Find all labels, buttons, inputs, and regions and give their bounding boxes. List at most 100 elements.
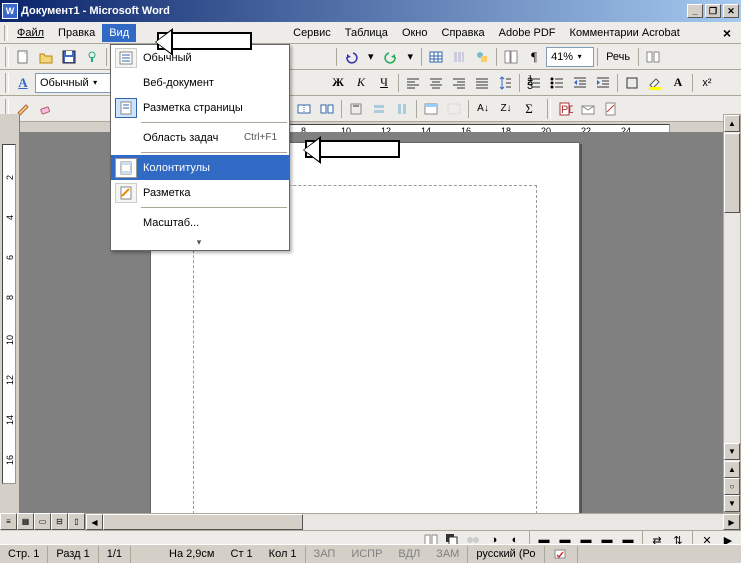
autosum-button[interactable]: Σ (518, 98, 540, 120)
scroll-right-button[interactable]: ▶ (723, 514, 740, 530)
view-headers-item[interactable]: Колонтитулы (111, 155, 289, 180)
underline-button[interactable]: Ч (373, 72, 395, 94)
status-ovr[interactable]: ЗАМ (428, 546, 468, 563)
pdf-review-button[interactable] (600, 98, 622, 120)
dec-indent-button[interactable] (569, 72, 591, 94)
pdf-email-button[interactable] (577, 98, 599, 120)
fontcolor-button[interactable]: A (667, 72, 689, 94)
merge-cells-button[interactable] (293, 98, 315, 120)
status-col: Кол 1 (261, 546, 306, 563)
menu-view[interactable]: Вид (102, 24, 136, 42)
prev-page-button[interactable]: ▲ (724, 461, 740, 478)
menu-adobe[interactable]: Adobe PDF (492, 24, 563, 42)
scroll-left-button[interactable]: ◀ (86, 514, 103, 530)
highlight-button[interactable] (644, 72, 666, 94)
autoformat-button[interactable] (420, 98, 442, 120)
redo-button[interactable] (380, 46, 402, 68)
align-right-button[interactable] (448, 72, 470, 94)
align-top-button[interactable] (345, 98, 367, 120)
menu-table[interactable]: Таблица (338, 24, 395, 42)
bold-button[interactable]: Ж (327, 72, 349, 94)
outline-view-button[interactable]: ⊟ (51, 513, 68, 530)
hide-grid-button[interactable] (443, 98, 465, 120)
menu-help[interactable]: Справка (435, 24, 492, 42)
doc-close-button[interactable]: × (717, 25, 737, 41)
expand-menu-button[interactable]: ▾ (111, 235, 289, 250)
vertical-scrollbar[interactable]: ▲ ▼ ▲ ○ ▼ (723, 114, 741, 513)
status-fix[interactable]: ИСПР (343, 546, 390, 563)
docmap-button[interactable] (500, 46, 522, 68)
scroll-up-button[interactable]: ▲ (724, 115, 740, 132)
columns-button[interactable] (448, 46, 470, 68)
menu-service[interactable]: Сервис (286, 24, 338, 42)
scroll-down-button[interactable]: ▼ (724, 443, 740, 460)
vertical-ruler[interactable]: 2 4 6 8 10 12 14 16 (0, 114, 20, 513)
inc-indent-button[interactable] (592, 72, 614, 94)
table-button[interactable] (425, 46, 447, 68)
save-button[interactable] (58, 46, 80, 68)
justify-button[interactable] (471, 72, 493, 94)
status-ext[interactable]: ВДЛ (390, 546, 428, 563)
next-page-button[interactable]: ▼ (724, 495, 740, 512)
read-button[interactable] (642, 46, 664, 68)
redo-dropdown[interactable]: ▾ (403, 46, 419, 68)
split-cells-button[interactable] (316, 98, 338, 120)
print-view-button[interactable]: ▭ (34, 513, 51, 530)
close-button[interactable]: ✕ (723, 4, 739, 18)
annotation-arrow-headers (305, 140, 400, 158)
bullets-button[interactable] (546, 72, 568, 94)
reading-view-button[interactable]: ▯ (68, 513, 85, 530)
web-view-button[interactable]: ▦ (17, 513, 34, 530)
status-rec[interactable]: ЗАП (306, 546, 344, 563)
status-pages: 1/1 (99, 546, 131, 563)
view-web-item[interactable]: Веб-документ (111, 70, 289, 95)
menu-bar: Файл Правка Вид Сервис Таблица Окно Спра… (0, 22, 741, 44)
minimize-button[interactable]: _ (687, 4, 703, 18)
normal-view-button[interactable]: ≡ (0, 513, 17, 530)
grip (4, 25, 8, 41)
app-icon: W (2, 3, 18, 19)
menu-acrobat[interactable]: Комментарии Acrobat (563, 24, 687, 42)
status-spellcheck[interactable] (545, 546, 578, 563)
superscript-button[interactable]: x² (696, 72, 718, 94)
menu-edit[interactable]: Правка (51, 24, 102, 42)
horizontal-scrollbar[interactable]: ◀ ▶ (85, 513, 741, 531)
numbering-button[interactable]: 123 (523, 72, 545, 94)
distribute-rows-button[interactable] (368, 98, 390, 120)
status-section: Разд 1 (48, 546, 98, 563)
undo-dropdown[interactable]: ▾ (363, 46, 379, 68)
sort-desc-button[interactable]: Z↓ (495, 98, 517, 120)
scroll-thumb[interactable] (724, 133, 740, 213)
new-doc-button[interactable] (12, 46, 34, 68)
undo-button[interactable] (340, 46, 362, 68)
italic-button[interactable]: К (350, 72, 372, 94)
status-lang[interactable]: русский (Ро (468, 546, 544, 563)
open-button[interactable] (35, 46, 57, 68)
pdf-convert-button[interactable]: PDF (554, 98, 576, 120)
styles-pane-button[interactable]: A (12, 72, 34, 94)
view-pagelayout-item[interactable]: Разметка страницы (111, 95, 289, 120)
align-center-button[interactable] (425, 72, 447, 94)
zoom-combo[interactable]: 41%▾ (546, 47, 594, 67)
linespacing-button[interactable] (494, 72, 516, 94)
paragraph-button[interactable]: ¶ (523, 46, 545, 68)
view-zoom-item[interactable]: Масштаб... (111, 210, 289, 235)
restore-button[interactable]: ❐ (705, 4, 721, 18)
speech-button[interactable]: Речь (601, 46, 635, 68)
page-layout-icon (115, 98, 137, 118)
menu-file[interactable]: Файл (10, 24, 51, 42)
distribute-cols-button[interactable] (391, 98, 413, 120)
eraser-button[interactable] (35, 98, 57, 120)
drawing-button[interactable] (471, 46, 493, 68)
hscroll-thumb[interactable] (103, 514, 303, 530)
align-left-button[interactable] (402, 72, 424, 94)
view-markup-item[interactable]: Разметка (111, 180, 289, 205)
permission-button[interactable] (81, 46, 103, 68)
sort-asc-button[interactable]: A↓ (472, 98, 494, 120)
border-button[interactable] (621, 72, 643, 94)
status-bar: Стр. 1 Разд 1 1/1 На 2,9см Ст 1 Кол 1 ЗА… (0, 544, 741, 563)
menu-window[interactable]: Окно (395, 24, 435, 42)
markup-icon (115, 183, 137, 203)
browse-object-button[interactable]: ○ (724, 478, 740, 495)
view-taskpane-item[interactable]: Область задач Ctrl+F1 (111, 125, 289, 150)
